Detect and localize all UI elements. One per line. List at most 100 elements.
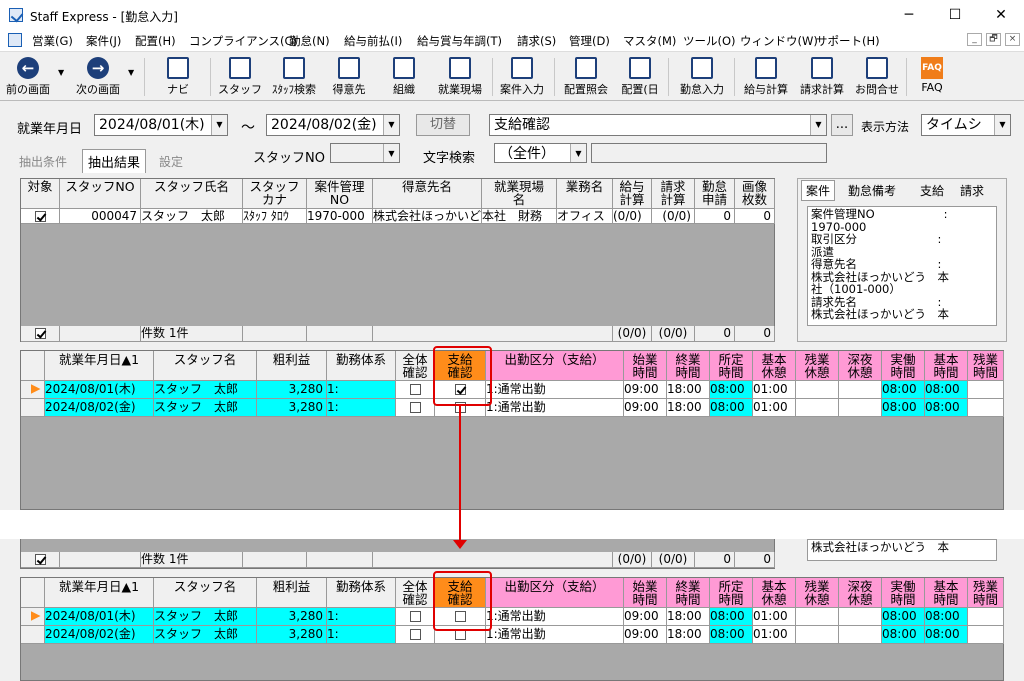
attendance-header[interactable]: 始業 時間 bbox=[624, 578, 667, 608]
attendance-cell[interactable]: 01:00 bbox=[753, 608, 796, 626]
menu-window[interactable]: ウィンドウ(W) bbox=[740, 33, 818, 49]
grid-header[interactable]: スタッフNO bbox=[60, 179, 141, 209]
mdi-restore-button[interactable]: 🗗 bbox=[986, 33, 1001, 46]
staff-no-select[interactable]: ▼ bbox=[330, 143, 400, 163]
attendance-cell[interactable] bbox=[796, 626, 839, 644]
grid-cell[interactable]: 1970-000 bbox=[307, 209, 373, 224]
grid-header[interactable]: 対象 bbox=[21, 179, 60, 209]
text-search-select[interactable]: （全件） ▼ bbox=[494, 143, 587, 163]
tab-settings[interactable]: 設定 bbox=[159, 153, 183, 170]
side-tab-payment[interactable]: 支給 bbox=[920, 182, 944, 199]
grid-cell[interactable]: ｽﾀｯﾌ ﾀﾛｳ bbox=[243, 209, 307, 224]
attendance-cell[interactable]: 1: bbox=[327, 626, 396, 644]
placement-day-button[interactable]: 配置(日 bbox=[618, 54, 662, 100]
attendance-cell[interactable]: 1: bbox=[327, 608, 396, 626]
grid-cell[interactable]: スタッフ 太郎 bbox=[141, 209, 243, 224]
menu-billing[interactable]: 請求(S) bbox=[517, 33, 556, 49]
menu-compliance[interactable]: コンプライアンス(C) bbox=[189, 33, 297, 49]
attendance-cell[interactable]: 2024/08/01(木) bbox=[45, 608, 154, 626]
row-select-checkbox[interactable] bbox=[34, 211, 46, 222]
attendance-header[interactable]: 基本 時間 bbox=[925, 351, 968, 381]
attendance-cell[interactable]: 08:00 bbox=[710, 399, 753, 417]
side-tab-attendance-notes[interactable]: 勤怠備考 bbox=[848, 182, 896, 199]
attendance-cell[interactable]: 08:00 bbox=[882, 626, 925, 644]
grid-cell[interactable]: 本社 財務 bbox=[482, 209, 557, 224]
attendance-header[interactable]: 残業 時間 bbox=[968, 578, 1004, 608]
attendance-button[interactable]: 勤怠入力 bbox=[676, 54, 728, 100]
minimize-button[interactable]: ─ bbox=[886, 0, 932, 30]
attendance-header[interactable]: 基本 休憩 bbox=[753, 578, 796, 608]
attendance-header[interactable]: 勤務体系 bbox=[327, 351, 396, 381]
switch-button[interactable]: 切替 bbox=[416, 114, 470, 136]
org-button[interactable]: 組織 bbox=[384, 54, 424, 100]
grid-header[interactable]: 業務名 bbox=[557, 179, 613, 209]
attendance-cell[interactable] bbox=[839, 626, 882, 644]
menu-master[interactable]: マスタ(M) bbox=[623, 33, 676, 49]
row-indicator[interactable] bbox=[21, 381, 45, 399]
attendance-cell[interactable] bbox=[839, 399, 882, 417]
attendance-header[interactable]: 深夜 休憩 bbox=[839, 578, 882, 608]
maximize-button[interactable]: ☐ bbox=[932, 0, 978, 30]
chevron-down-icon[interactable]: ▼ bbox=[994, 115, 1010, 135]
grid-cell[interactable]: (0/0) bbox=[613, 209, 652, 224]
attendance-cell[interactable]: 2024/08/02(金) bbox=[45, 626, 154, 644]
side-tab-billing[interactable]: 請求 bbox=[960, 182, 984, 199]
grid-header[interactable]: スタッフ カナ bbox=[243, 179, 307, 209]
attendance-header[interactable]: 全体 確認 bbox=[396, 578, 435, 608]
overall-confirm-checkbox[interactable] bbox=[409, 402, 421, 413]
attendance-cell[interactable]: 09:00 bbox=[624, 381, 667, 399]
attendance-cell[interactable]: 2024/08/02(金) bbox=[45, 399, 154, 417]
attendance-header[interactable]: 実働 時間 bbox=[882, 578, 925, 608]
attendance-header[interactable]: 出勤区分（支給） bbox=[486, 351, 624, 381]
attendance-cell[interactable]: 09:00 bbox=[624, 399, 667, 417]
case-entry-button[interactable]: 案件入力 bbox=[496, 54, 548, 100]
attendance-header[interactable]: スタッフ名 bbox=[154, 351, 257, 381]
placement-query-button[interactable]: 配置照会 bbox=[560, 54, 612, 100]
attendance-header[interactable]: 全体 確認 bbox=[396, 351, 435, 381]
menu-payroll[interactable]: 給与賞与年調(T) bbox=[417, 33, 502, 49]
attendance-cell[interactable]: 09:00 bbox=[624, 626, 667, 644]
attendance-cell[interactable] bbox=[968, 381, 1004, 399]
attendance-cell[interactable] bbox=[968, 626, 1004, 644]
chevron-down-icon[interactable]: ▼ bbox=[570, 144, 586, 162]
attendance-cell[interactable]: 18:00 bbox=[667, 626, 710, 644]
attendance-cell[interactable] bbox=[396, 381, 435, 399]
attendance-header[interactable]: 粗利益 bbox=[257, 578, 327, 608]
attendance-header[interactable]: 出勤区分（支給） bbox=[486, 578, 624, 608]
staff-search-button[interactable]: ｽﾀｯﾌ検索 bbox=[266, 54, 322, 100]
worksite-button[interactable]: 就業現場 bbox=[432, 54, 488, 100]
menu-placement[interactable]: 配置(H) bbox=[135, 33, 176, 49]
staff-button[interactable]: スタッフ bbox=[218, 54, 262, 100]
grid-cell[interactable]: オフィス bbox=[557, 209, 613, 224]
menu-admin[interactable]: 管理(D) bbox=[569, 33, 610, 49]
date-from-field[interactable]: 2024/08/01(木) ▼ bbox=[94, 114, 228, 136]
select-all-checkbox[interactable] bbox=[34, 328, 46, 339]
attendance-header[interactable]: 残業 休憩 bbox=[796, 578, 839, 608]
attendance-cell[interactable]: 01:00 bbox=[753, 381, 796, 399]
overall-confirm-checkbox[interactable] bbox=[409, 384, 421, 395]
attendance-cell[interactable]: 08:00 bbox=[710, 381, 753, 399]
chevron-down-icon[interactable]: ▼ bbox=[383, 144, 399, 162]
attendance-header[interactable]: 就業年月日▲1 bbox=[45, 578, 154, 608]
attendance-cell[interactable]: 18:00 bbox=[667, 399, 710, 417]
attendance-header[interactable]: 実働 時間 bbox=[882, 351, 925, 381]
attendance-header[interactable]: 終業 時間 bbox=[667, 578, 710, 608]
attendance-cell[interactable]: 3,280 bbox=[257, 399, 327, 417]
mdi-close-button[interactable]: × bbox=[1005, 33, 1020, 46]
attendance-cell[interactable] bbox=[796, 399, 839, 417]
menu-tools[interactable]: ツール(O) bbox=[683, 33, 736, 49]
overall-confirm-checkbox[interactable] bbox=[409, 611, 421, 622]
attendance-cell[interactable]: 08:00 bbox=[710, 608, 753, 626]
row-indicator[interactable] bbox=[21, 626, 45, 644]
attendance-cell[interactable]: 18:00 bbox=[667, 381, 710, 399]
attendance-cell[interactable] bbox=[796, 381, 839, 399]
back-button[interactable]: ← 前の画面 bbox=[4, 54, 52, 100]
attendance-cell[interactable] bbox=[968, 608, 1004, 626]
faq-button[interactable]: FAQ FAQ bbox=[914, 54, 950, 100]
attendance-cell[interactable]: 09:00 bbox=[624, 608, 667, 626]
grid-header[interactable]: 給与 計算 bbox=[613, 179, 652, 209]
select-all-checkbox[interactable] bbox=[34, 554, 46, 565]
attendance-header[interactable]: スタッフ名 bbox=[154, 578, 257, 608]
attendance-header[interactable]: 残業 時間 bbox=[968, 351, 1004, 381]
attendance-cell[interactable]: スタッフ 太郎 bbox=[154, 608, 257, 626]
